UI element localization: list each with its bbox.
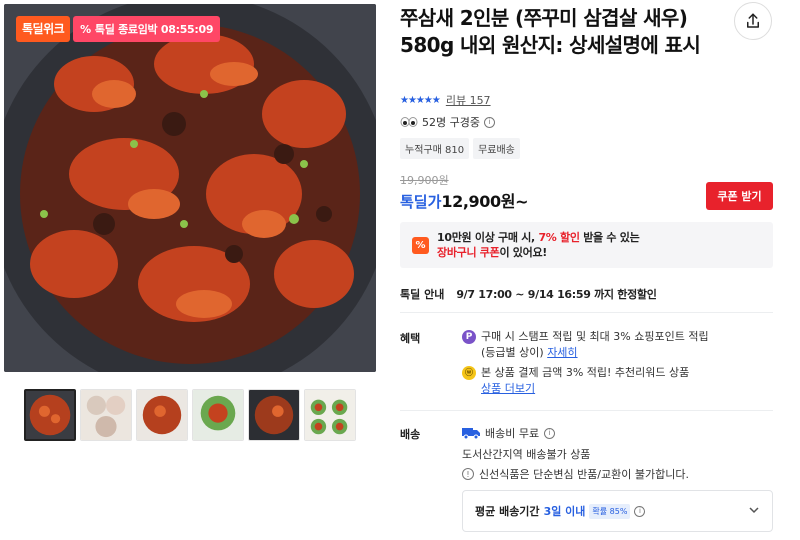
sale-price: 12,900원~ [441,192,529,211]
more-products-link[interactable]: 상품 더보기 [481,382,535,395]
details-link[interactable]: 자세히 [547,346,577,359]
viewer-count: 52명 구경중 i [400,114,495,130]
shipping-fee-text: 배송비 무료 [485,427,540,440]
info-icon[interactable]: i [483,116,495,128]
chevron-down-icon [749,507,759,514]
benefits-label: 혜택 [400,332,421,345]
review-count-link[interactable]: 리뷰 157 [446,92,491,108]
sale-price-label: 톡딜가 [400,193,442,211]
truck-icon [462,428,480,439]
benefit-points: P 구매 시 스탬프 적립 및 최대 3% 쇼핑포인트 적립 (등급별 상이) … [462,329,709,361]
coupon-percent-icon: % [412,236,429,254]
benefit-reward: ⓦ 본 상품 결제 금액 3% 적립! 추천리워드 상품 상품 더보기 [462,365,689,397]
info-icon[interactable]: i [634,505,646,517]
thumbnail-2[interactable] [80,389,132,441]
deal-week-badge: 톡딜위크 [16,16,71,42]
get-coupon-button[interactable]: 쿠폰 받기 [706,182,773,210]
thumbnail-3[interactable] [136,389,188,441]
deal-timer-badge: % 톡딜 종료임박 08:55:09 [73,16,221,42]
sale-price-row: 톡딜가 12,900원~ [400,188,528,212]
deal-notice: 톡딜 안내 9/7 17:00 ~ 9/14 16:59 까지 한정할인 [400,286,657,302]
thumbnail-4[interactable] [192,389,244,441]
percent-icon: % [80,22,91,36]
deal-timer-text: 톡딜 종료임박 08:55:09 [94,23,214,36]
viewer-count-text: 52명 구경중 [422,116,480,129]
average-delivery-dropdown[interactable]: 평균 배송기간 3일 이내 확률 85% i [462,490,773,532]
warning-icon: ! [462,468,474,480]
fresh-food-notice: ! 신선식품은 단순변심 반품/교환이 불가합니다. [462,466,689,482]
thumbnail-6[interactable] [304,389,356,441]
remote-area-notice: 도서산간지역 배송불가 상품 [462,448,591,461]
share-icon [747,13,759,28]
thumbnail-5[interactable] [248,389,300,441]
deal-notice-label: 톡딜 안내 [400,288,445,301]
share-button[interactable] [734,2,772,40]
product-title: 쭈삼새 2인분 (쭈꾸미 삼겹살 새우) 580g 내외 원산지: 상세설명에 … [400,6,701,57]
tag-free-shipping: 무료배송 [473,138,520,159]
rating-stars: ★★★★★ [400,94,441,106]
main-product-image[interactable]: 톡딜위크 % 톡딜 종료임박 08:55:09 [4,4,376,372]
info-icon[interactable]: i [544,427,556,439]
thumbnail-strip [24,389,356,441]
delivery-probability-badge: 확률 85% [589,503,631,519]
point-icon: P [462,330,476,344]
image-badges: 톡딜위크 % 톡딜 종료임박 08:55:09 [16,16,221,42]
original-price: 19,900원 [400,174,449,187]
rating-row: ★★★★★ 리뷰 157 [400,92,491,108]
cart-coupon-text: 10만원 이상 구매 시, 7% 할인 받을 수 있는 장바구니 쿠폰이 있어요… [437,231,640,259]
divider [400,410,773,411]
product-tags: 누적구매 810 무료배송 [400,138,520,159]
avg-delivery-label: 평균 배송기간 [475,505,540,518]
shipping-label: 배송 [400,428,421,441]
shipping-fee: 배송비 무료 i [462,425,556,441]
product-page: 톡딜위크 % 톡딜 종료임박 08:55:09 쭈삼새 2인분 (쭈꾸미 삼겹살… [0,0,800,540]
reward-coin-icon: ⓦ [462,366,476,380]
divider [400,312,773,313]
eyes-icon [400,117,418,127]
avg-delivery-days: 3일 이내 [543,505,586,518]
thumbnail-1[interactable] [24,389,76,441]
cart-coupon-banner[interactable]: % 10만원 이상 구매 시, 7% 할인 받을 수 있는 장바구니 쿠폰이 있… [400,222,773,268]
deal-period: 9/7 17:00 ~ 9/14 16:59 까지 한정할인 [456,288,657,301]
tag-cumulative-purchases: 누적구매 810 [400,138,470,159]
